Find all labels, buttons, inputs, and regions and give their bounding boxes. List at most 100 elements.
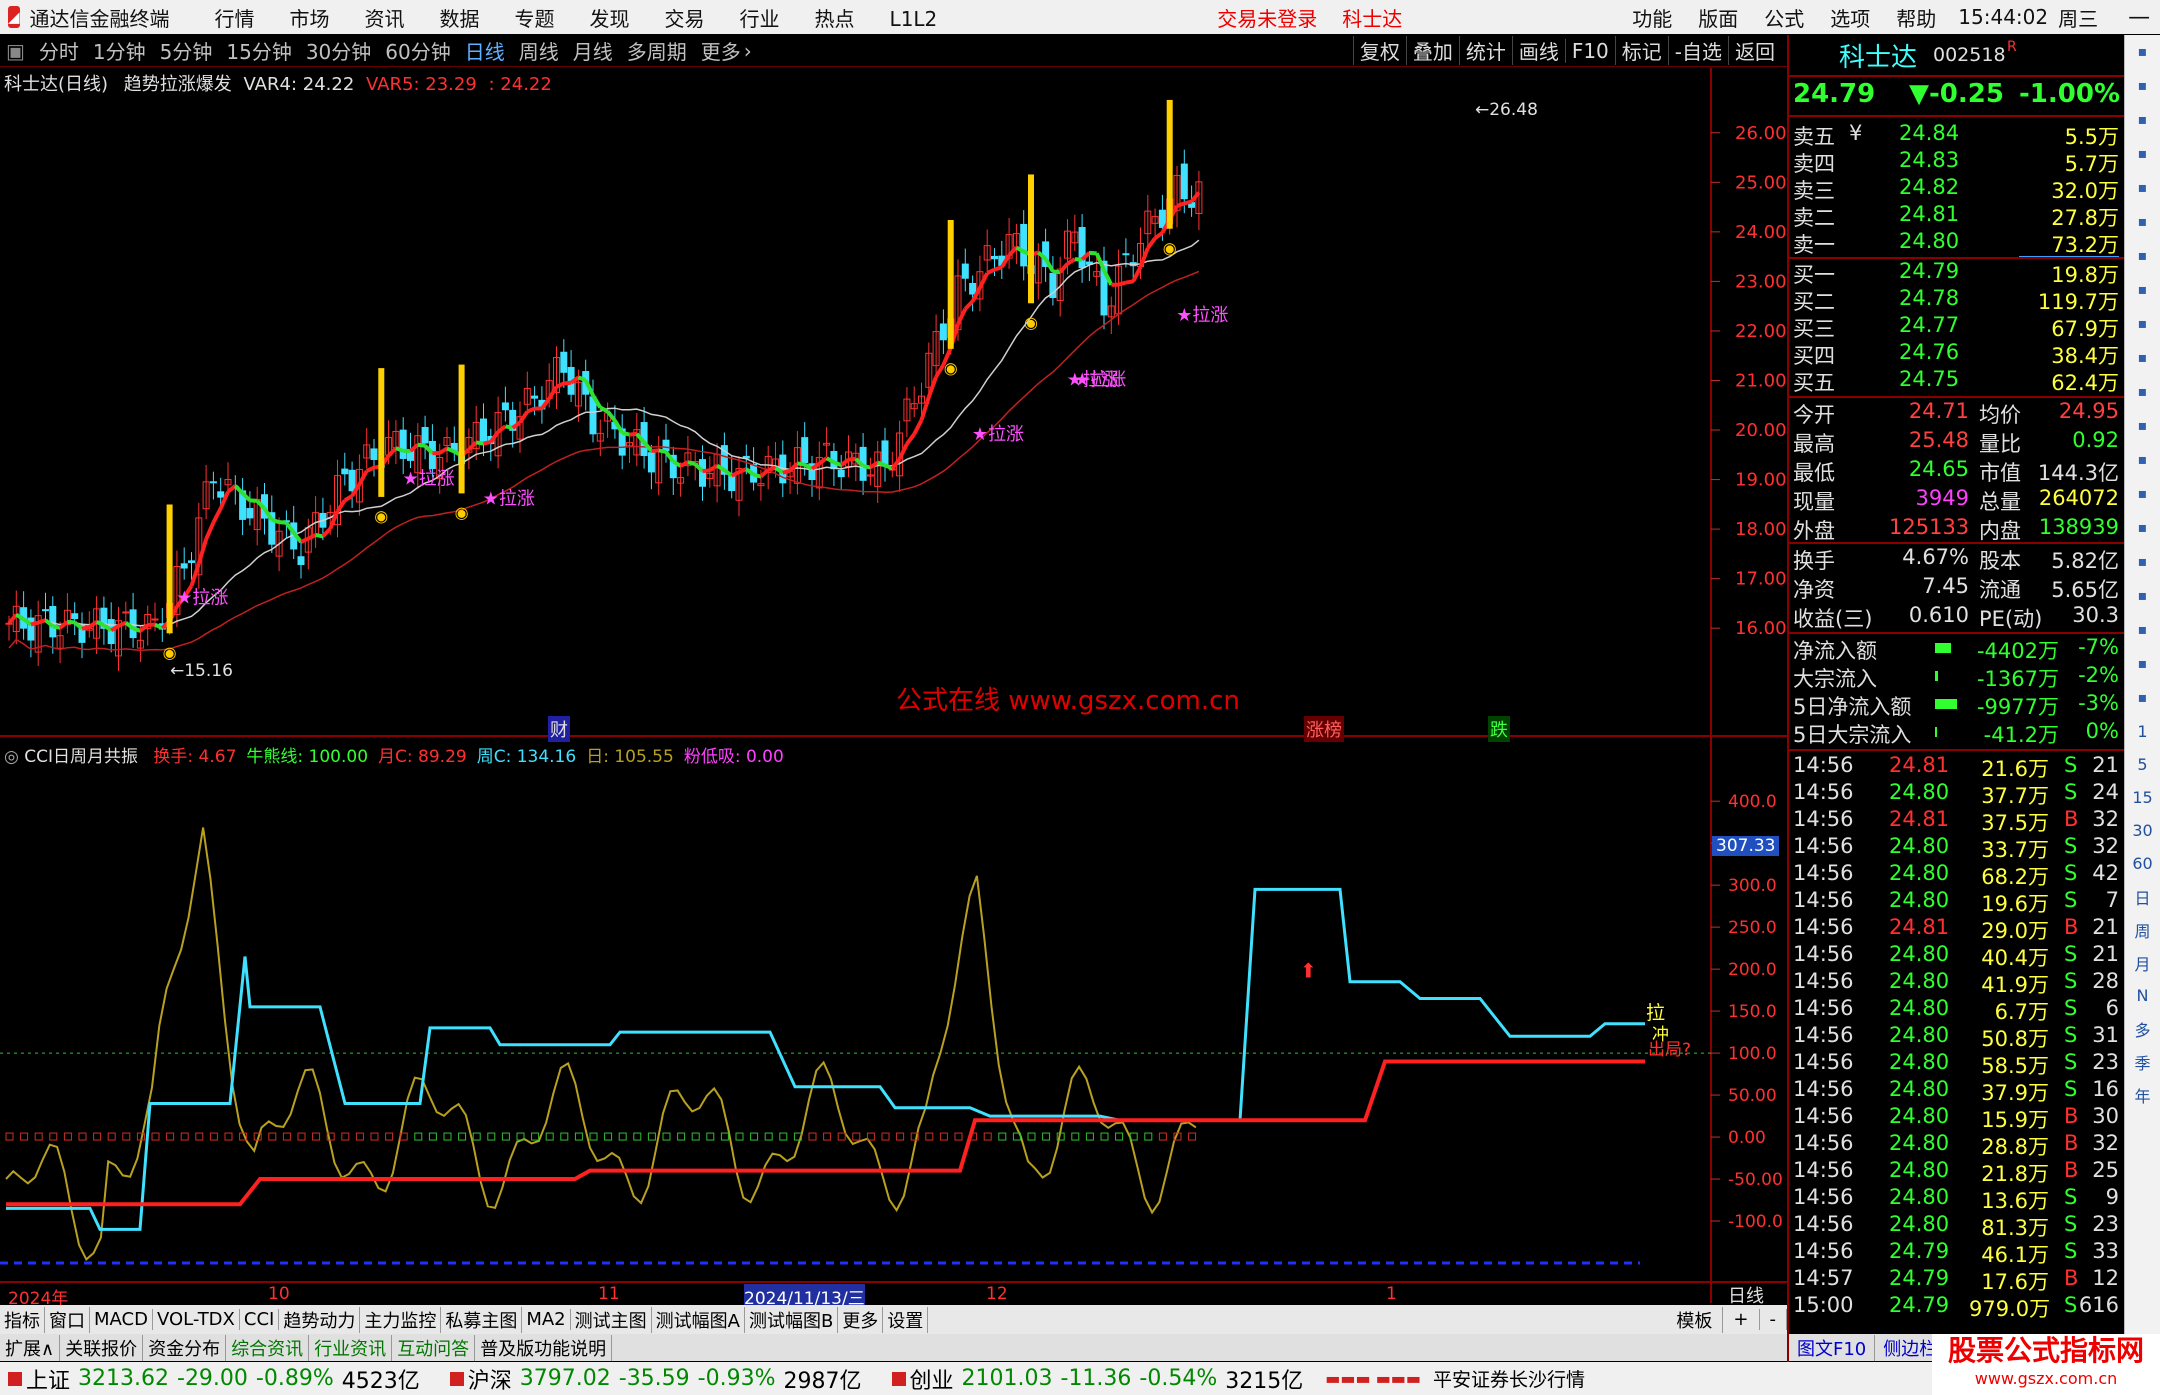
menu-item[interactable]: 热点	[815, 7, 855, 31]
indicator-tab[interactable]: 测试主图	[571, 1306, 652, 1333]
indicator-tab[interactable]: CCI	[240, 1309, 280, 1330]
f10-icon[interactable]: ▪	[2125, 341, 2160, 375]
menu-item[interactable]: 数据	[440, 7, 480, 31]
indicator-tab[interactable]: 测试幅图B	[745, 1306, 839, 1333]
tab-period[interactable]: 分时	[39, 36, 79, 65]
circle-icon[interactable]: ◎	[4, 747, 19, 767]
period-shortcut[interactable]: 30	[2125, 814, 2160, 847]
chart-button[interactable]: F10	[1564, 38, 1615, 63]
menu-item[interactable]: 市场	[290, 7, 330, 31]
indicator-tab[interactable]: MACD	[90, 1309, 153, 1330]
info-icon[interactable]: ▪	[2125, 511, 2160, 545]
info-tab[interactable]: 普及版功能说明	[475, 1334, 613, 1361]
template-tab[interactable]: +	[1723, 1309, 1760, 1330]
tab-period[interactable]: 15分钟	[226, 36, 291, 65]
tab-period[interactable]: 周线	[519, 36, 559, 65]
menu-item[interactable]: 资讯	[365, 7, 405, 31]
settings-icon[interactable]: ▪	[2125, 443, 2160, 477]
period-shortcut[interactable]: 日	[2125, 880, 2160, 913]
layers-icon[interactable]: ▪	[2125, 409, 2160, 443]
tab-period[interactable]: 多周期	[627, 36, 687, 65]
tab-period[interactable]: 30分钟	[306, 36, 371, 65]
kline-chart[interactable]: ◉ ◉ ◉ ◉ ◉ ◉ ⬆ 26.00 25.00 24.00 23.00 22.00 21.00 2…	[0, 68, 1787, 1303]
marker-top-gainer[interactable]: 涨榜	[1304, 716, 1344, 742]
template-tab[interactable]: 模板	[1666, 1306, 1724, 1333]
chart-button[interactable]: 叠加	[1405, 36, 1459, 65]
period-shortcut[interactable]: 60	[2125, 847, 2160, 880]
right-menu-layout[interactable]: 版面	[1698, 3, 1738, 32]
period-shortcut[interactable]: 5	[2125, 748, 2160, 781]
chart-button[interactable]: 复权	[1352, 36, 1406, 65]
template-tab[interactable]: -	[1760, 1309, 1787, 1330]
minimize-icon[interactable]: —	[2128, 5, 2150, 30]
panel-toggle-icon[interactable]: ▣	[6, 39, 25, 63]
tab-period[interactable]: 5分钟	[160, 36, 213, 65]
right-menu-function[interactable]: 功能	[1632, 3, 1672, 32]
indicator-tab[interactable]: 测试幅图A	[652, 1306, 745, 1333]
sub-chart-title[interactable]: CCI日周月共振	[24, 747, 138, 767]
chart-icon[interactable]: ▪	[2125, 137, 2160, 171]
flame-icon[interactable]: ▪	[2125, 579, 2160, 613]
indicator-tab[interactable]: 趋势动力	[279, 1306, 361, 1333]
panel-tab[interactable]: 图文F10	[1789, 1334, 1876, 1361]
info-tab[interactable]: 关联报价	[60, 1334, 144, 1361]
chart-button[interactable]: -自选	[1667, 36, 1728, 65]
bar-icon[interactable]: ▪	[2125, 273, 2160, 307]
right-menu-formula[interactable]: 公式	[1764, 3, 1804, 32]
tab-period[interactable]: 60分钟	[385, 36, 450, 65]
info-tab[interactable]: 扩展∧	[0, 1334, 61, 1361]
rsi-icon[interactable]: ▪	[2125, 545, 2160, 579]
indicator-name[interactable]: 趋势拉涨爆发	[124, 74, 232, 95]
index-name[interactable]: 创业	[910, 1363, 954, 1395]
arrow-down-icon[interactable]: ▪	[2125, 69, 2160, 103]
info-tab[interactable]: 综合资讯	[226, 1334, 310, 1361]
list-icon[interactable]: ▪	[2125, 171, 2160, 205]
indicator-tab[interactable]: 私募主图	[441, 1306, 523, 1333]
menu-icon[interactable]: ▪	[2125, 375, 2160, 409]
index-name[interactable]: 上证	[26, 1363, 70, 1395]
marker-fall[interactable]: 跌	[1488, 716, 1510, 742]
menu-item[interactable]: 交易	[665, 7, 705, 31]
menu-item[interactable]: 专题	[515, 7, 555, 31]
period-shortcut[interactable]: 季	[2125, 1045, 2160, 1078]
period-shortcut[interactable]: 多	[2125, 1012, 2160, 1045]
pen-icon[interactable]: ▪	[2125, 647, 2160, 681]
menu-item[interactable]: 行情	[215, 7, 255, 31]
right-menu-options[interactable]: 选项	[1830, 3, 1870, 32]
indicator-tab[interactable]: 更多	[838, 1306, 884, 1333]
indicator-tab[interactable]: 主力监控	[360, 1306, 442, 1333]
indicator-tab[interactable]: 窗口	[45, 1306, 90, 1333]
right-menu-help[interactable]: 帮助	[1896, 3, 1936, 32]
chevron-right-icon[interactable]: ›	[744, 39, 752, 63]
period-shortcut[interactable]: 1	[2125, 715, 2160, 748]
grid-icon[interactable]: ▪	[2125, 205, 2160, 239]
cross-icon[interactable]: ▪	[2125, 613, 2160, 647]
table-icon[interactable]: ▪	[2125, 307, 2160, 341]
fs-icon[interactable]: ▪	[2125, 681, 2160, 715]
trend-icon[interactable]: ▪	[2125, 239, 2160, 273]
tab-period[interactable]: 月线	[573, 36, 613, 65]
circle-icon[interactable]: ▪	[2125, 477, 2160, 511]
indicator-tab[interactable]: 指标	[0, 1306, 45, 1333]
info-tab[interactable]: 行业资讯	[309, 1334, 393, 1361]
chart-button[interactable]: 标记	[1614, 36, 1668, 65]
arrow-up-icon[interactable]: ▪	[2125, 35, 2160, 69]
period-shortcut[interactable]: 15	[2125, 781, 2160, 814]
menu-item[interactable]: 行业	[740, 7, 780, 31]
circle-icon[interactable]: ▪	[2125, 103, 2160, 137]
chart-button[interactable]: 统计	[1458, 36, 1512, 65]
info-tab[interactable]: 资金分布	[143, 1334, 227, 1361]
period-shortcut[interactable]: 月	[2125, 946, 2160, 979]
period-shortcut[interactable]: 年	[2125, 1078, 2160, 1111]
indicator-tab[interactable]: 设置	[883, 1306, 929, 1333]
tab-period-active[interactable]: 日线	[465, 36, 505, 65]
chart-button[interactable]: 画线	[1511, 36, 1565, 65]
marker-finance[interactable]: 财	[548, 716, 570, 742]
index-name[interactable]: 沪深	[468, 1363, 512, 1395]
indicator-tab[interactable]: MA2	[522, 1309, 571, 1330]
tab-period-more[interactable]: 更多	[701, 36, 741, 65]
login-status[interactable]: 交易未登录	[1217, 3, 1317, 32]
period-shortcut[interactable]: N	[2125, 979, 2160, 1012]
period-shortcut[interactable]: 周	[2125, 913, 2160, 946]
indicator-tab[interactable]: VOL-TDX	[153, 1309, 240, 1330]
